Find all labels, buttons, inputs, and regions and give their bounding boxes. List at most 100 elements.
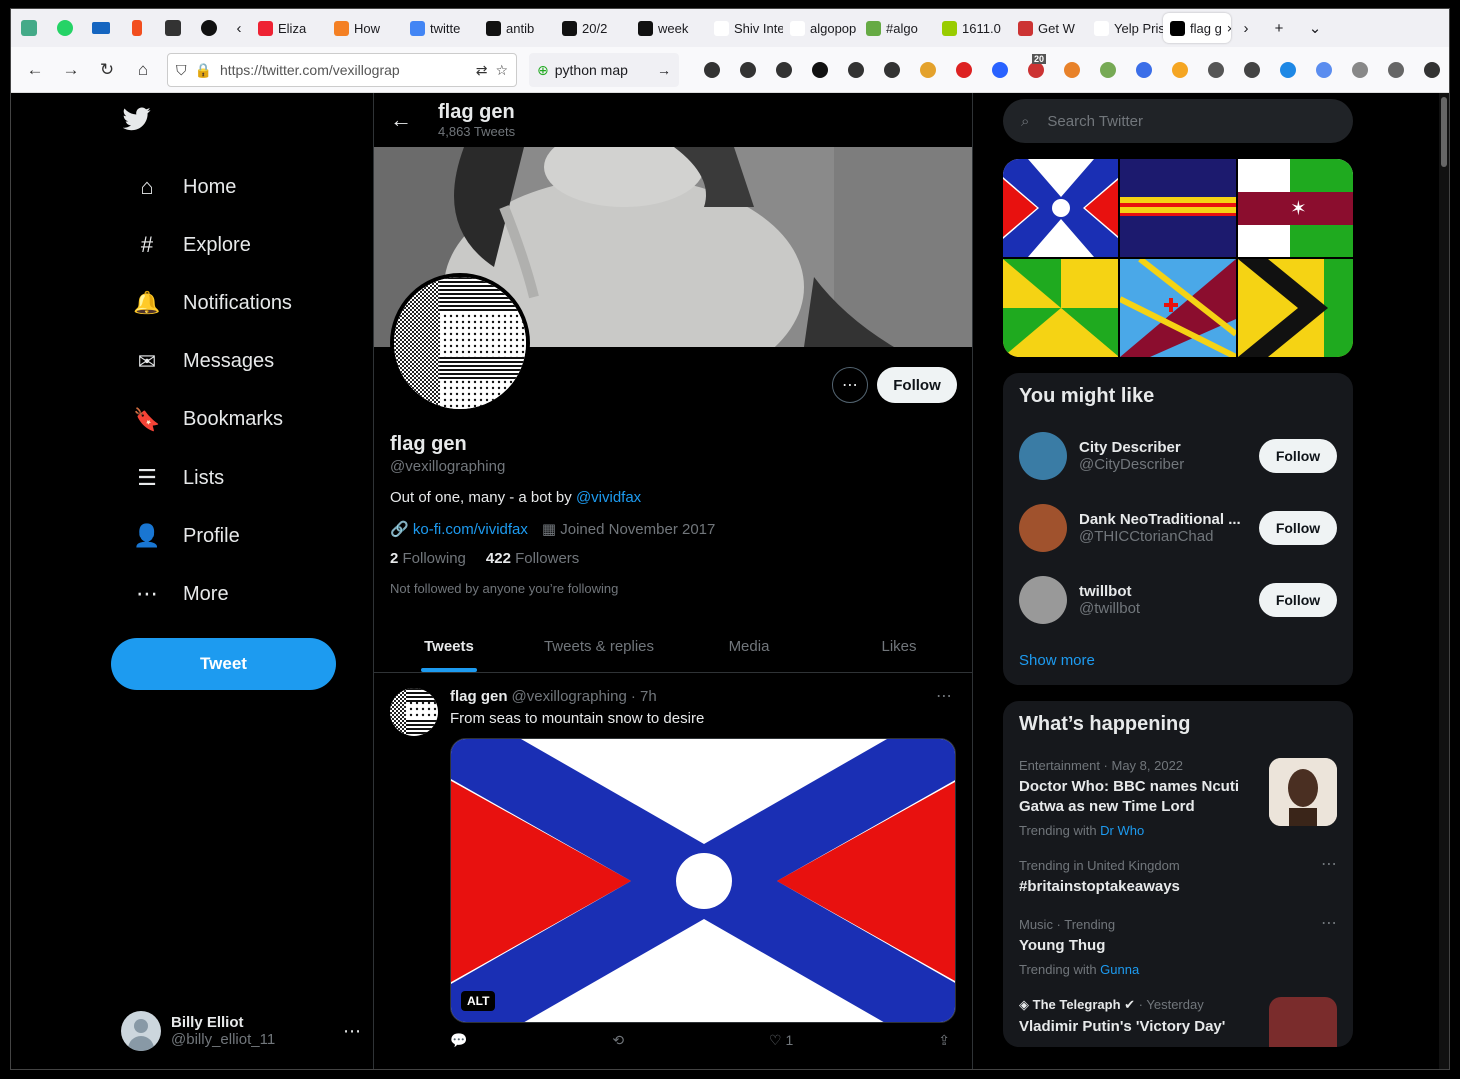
extension-icon[interactable] [1307,53,1341,87]
trend-more-icon[interactable]: ⋯ [1321,854,1337,874]
alt-badge[interactable]: ALT [461,991,496,1011]
tab-tweets-replies[interactable]: Tweets & replies [524,621,674,672]
extension-icon[interactable] [1091,53,1125,87]
account-switcher[interactable]: Billy Elliot @billy_elliot_11 ⋯ [121,1003,361,1059]
trend-more-icon[interactable]: ⋯ [1321,913,1337,933]
extension-icon[interactable] [767,53,801,87]
nav-item-explore[interactable]: # Explore [121,219,263,271]
scrollbar-thumb[interactable] [1441,97,1447,167]
new-tab-button[interactable]: + [1261,9,1297,47]
share-icon[interactable]: ⇪ [938,1032,950,1049]
bio-mention-link[interactable]: @vividfax [576,489,641,506]
chevron-left-icon[interactable]: ‹ [227,9,251,47]
trend-item-1[interactable]: Entertainment · May 8, 2022 Doctor Who: … [1003,748,1353,848]
retweet-icon[interactable]: ⟲ [612,1032,624,1049]
tab-pinned-3[interactable] [83,9,119,47]
trend-item-3[interactable]: Music · Trending Young Thug Trending wit… [1003,907,1353,987]
twitter-bird-icon[interactable] [122,107,151,138]
browser-tab[interactable]: How [327,9,403,47]
following-link[interactable]: 2 Following [390,550,466,567]
tab-media[interactable]: Media [674,621,824,672]
search-box[interactable]: ⌕ Search Twitter [1003,99,1353,143]
extension-icon[interactable] [1199,53,1233,87]
chevron-right-icon[interactable]: › [1231,9,1261,47]
extension-icon[interactable]: 20 [1019,53,1053,87]
trend-item-4[interactable]: ◈ The Telegraph ✔ · Yesterday Vladimir P… [1003,987,1353,1047]
followers-link[interactable]: 422 Followers [486,550,579,567]
media-thumb-5[interactable] [1120,259,1236,357]
github-icon[interactable] [191,9,227,47]
tab-likes[interactable]: Likes [824,621,972,672]
scrollbar[interactable] [1439,93,1449,1069]
follow-button[interactable]: Follow [1259,511,1337,545]
nav-item-bookmarks[interactable]: 🔖 Bookmarks [121,394,295,446]
tweet-card[interactable]: flag gen @vexillographing · 7h ⋯ From se… [374,674,972,1069]
extension-icon[interactable] [803,53,837,87]
media-thumb-2[interactable] [1120,159,1236,257]
translate-icon[interactable]: ⇄ [476,62,488,79]
suggestion-name[interactable]: twillbot [1079,583,1241,600]
star-icon[interactable]: ☆ [495,62,508,79]
follow-button[interactable]: Follow [877,367,957,403]
forward-icon[interactable]: → [53,52,89,88]
tab-pinned-1[interactable] [11,9,47,47]
suggestion-avatar[interactable] [1019,432,1067,480]
back-arrow-icon[interactable]: ← [390,107,412,133]
tab-tweets[interactable]: Tweets [374,621,524,672]
suggestion-name[interactable]: City Describer [1079,439,1241,456]
extension-icon[interactable] [1379,53,1413,87]
more-icon[interactable]: ⋯ [343,1021,361,1042]
suggestion-item[interactable]: Dank NeoTraditional ... @THICCtorianChad F… [1003,492,1353,564]
tab-list-button[interactable]: ⌄ [1297,9,1333,47]
browser-tab[interactable]: flag g× [1163,13,1231,43]
follow-button[interactable]: Follow [1259,583,1337,617]
browser-tab[interactable]: #algo [859,9,935,47]
nav-item-more[interactable]: ⋯ More [121,568,241,620]
media-thumb-6[interactable] [1237,259,1353,357]
extension-icon[interactable] [875,53,909,87]
media-thumb-4[interactable] [1003,259,1119,357]
browser-tab[interactable]: Eliza [251,9,327,47]
profile-avatar[interactable] [390,273,530,413]
tab-pinned-5[interactable] [155,9,191,47]
extension-icon[interactable] [1163,53,1197,87]
back-icon[interactable]: ← [17,52,53,88]
extension-icon[interactable] [1127,53,1161,87]
browser-tab[interactable]: Yelp Pris [1087,9,1163,47]
extension-icon[interactable] [839,53,873,87]
browser-tab[interactable]: 1611.0 [935,9,1011,47]
media-thumb-1[interactable] [1003,159,1119,257]
search-input[interactable]: Search Twitter [1047,113,1143,130]
extension-icon[interactable] [983,53,1017,87]
suggestion-avatar[interactable] [1019,576,1067,624]
suggestion-item[interactable]: City Describer @CityDescriber Follow [1003,420,1353,492]
trend-item-2[interactable]: Trending in United Kingdom #britainstopt… [1003,848,1353,907]
reply-icon[interactable]: 💬 [450,1032,467,1049]
nav-item-profile[interactable]: 👤 Profile [121,510,252,562]
extension-icon[interactable] [1271,53,1305,87]
url-bar[interactable]: ⛉ 🔒 https://twitter.com/vexillograp ⇄ ☆ [167,53,517,87]
nav-item-lists[interactable]: ☰ Lists [121,452,236,504]
more-options-button[interactable]: ⋯ [832,367,868,403]
suggestion-avatar[interactable] [1019,504,1067,552]
tweet-author-handle[interactable]: @vexillographing [512,688,627,705]
follow-button[interactable]: Follow [1259,439,1337,473]
extension-icon[interactable] [1235,53,1269,87]
nav-item-messages[interactable]: ✉ Messages [121,336,286,388]
tweet-time[interactable]: · 7h [631,688,657,705]
extension-icon[interactable] [1415,53,1449,87]
media-thumb-3[interactable]: ✶ [1237,159,1353,257]
nav-item-notifications[interactable]: 🔔 Notifications [121,277,304,329]
like-button[interactable]: ♡ 1 [769,1032,793,1049]
browser-tab[interactable]: Shiv Inte [707,9,783,47]
extension-icon[interactable] [1055,53,1089,87]
nav-item-home[interactable]: ⌂ Home [121,161,248,213]
tweet-more-icon[interactable]: ⋯ [936,686,952,706]
extension-icon[interactable] [911,53,945,87]
browser-tab[interactable]: algopop [783,9,859,47]
tweet-avatar[interactable] [390,688,438,736]
website-link[interactable]: ko-fi.com/vividfax [413,521,528,538]
browser-tab[interactable]: Get W [1011,9,1087,47]
reload-icon[interactable]: ↻ [89,52,125,88]
extension-icon[interactable] [947,53,981,87]
